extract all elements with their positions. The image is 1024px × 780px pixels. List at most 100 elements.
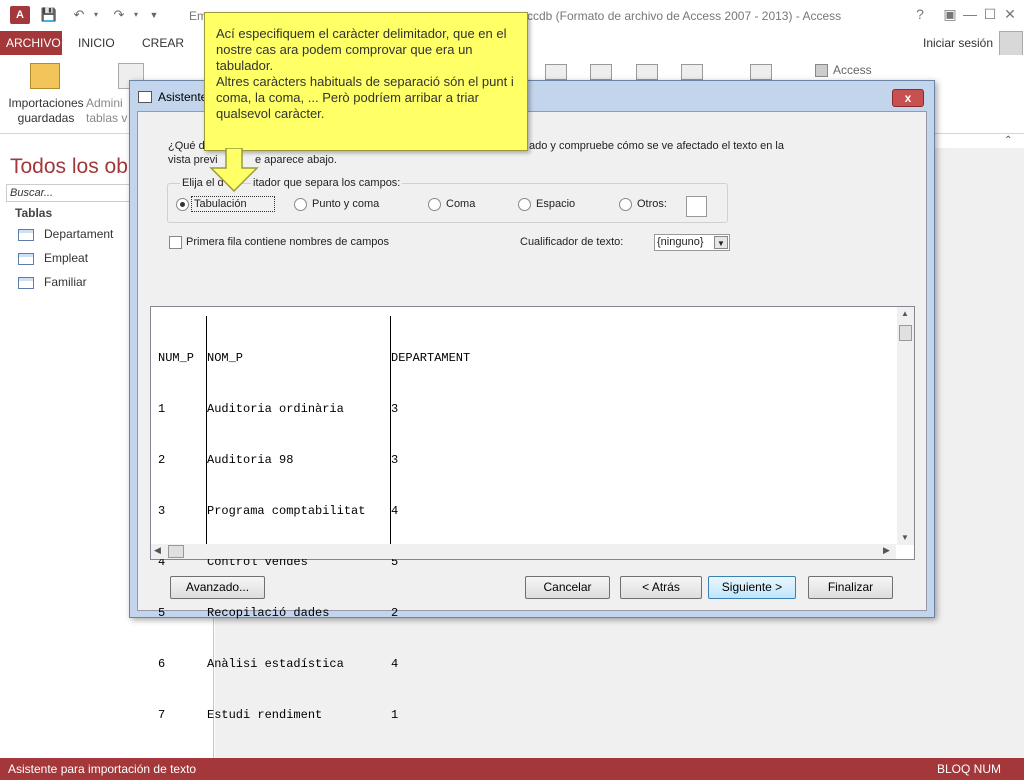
radio-comma[interactable] <box>428 198 441 211</box>
cell: Auditoria 98 <box>207 453 294 467</box>
radio-space[interactable] <box>518 198 531 211</box>
cell: Recopilació dades <box>207 606 330 620</box>
callout-text-2: Altres caràcters habituals de separació … <box>216 74 514 121</box>
radio-other-label[interactable]: Otros: <box>637 198 667 210</box>
column-header: NOM_P <box>207 351 244 365</box>
nav-item-departament[interactable]: Departament <box>18 225 113 243</box>
ribbon-options-icon[interactable]: ▣ <box>940 6 960 23</box>
scroll-left-icon[interactable]: ◀ <box>154 545 161 556</box>
radio-comma-label[interactable]: Coma <box>446 198 475 210</box>
cell: Auditoria ordinària <box>207 402 344 416</box>
tab-file[interactable]: ARCHIVO <box>0 31 62 55</box>
cell: 3 <box>391 402 399 416</box>
nav-item-label: Empleat <box>44 251 89 265</box>
export-xml-icon[interactable] <box>636 64 658 80</box>
redo-dropdown-icon[interactable]: ▾ <box>127 6 145 24</box>
avatar[interactable] <box>999 31 1023 57</box>
first-row-headers-checkbox[interactable] <box>169 236 182 249</box>
back-button[interactable]: < Atrás <box>620 576 702 599</box>
other-delimiter-input[interactable] <box>686 196 707 217</box>
linked-table-label-1: Admini <box>86 96 123 110</box>
close-icon: x <box>904 91 912 105</box>
scroll-down-icon[interactable]: ▼ <box>901 533 909 542</box>
minimize-icon[interactable]: — <box>960 6 980 22</box>
cell: Programa comptabilitat <box>207 504 366 518</box>
customize-quick-access-icon[interactable]: ▼ <box>145 6 163 24</box>
nav-item-label: Departament <box>44 227 114 241</box>
nav-item-familiar[interactable]: Familiar <box>18 273 87 291</box>
maximize-icon[interactable]: ☐ <box>980 6 1000 23</box>
tab-create[interactable]: CREAR <box>136 31 190 55</box>
radio-semicolon-label[interactable]: Punto y coma <box>312 198 379 210</box>
num-lock-indicator: BLOQ NUM <box>937 762 1002 776</box>
first-row-headers-label[interactable]: Primera fila contiene nombres de campos <box>186 236 389 248</box>
column-header: NUM_P <box>158 351 195 365</box>
undo-dropdown-icon[interactable]: ▾ <box>87 6 105 24</box>
cell: 4 <box>391 657 399 671</box>
data-preview[interactable]: NUM_P 1 2 3 4 5 6 7 NOM_P Auditoria ordi… <box>150 306 915 722</box>
cell: 4 <box>391 504 399 518</box>
scroll-up-icon[interactable]: ▲ <box>901 309 909 318</box>
horizontal-scrollbar[interactable]: ◀ ▶ <box>151 544 896 559</box>
cell: 5 <box>158 606 166 620</box>
linked-table-label-2: tablas v <box>86 111 128 125</box>
radio-tab[interactable] <box>176 198 189 211</box>
saved-imports-icon <box>30 63 60 89</box>
chevron-down-icon[interactable]: ▼ <box>714 236 728 249</box>
attach-email-icon[interactable] <box>750 64 772 80</box>
scroll-right-icon[interactable]: ▶ <box>883 545 890 556</box>
signin-link[interactable]: Iniciar sesión <box>923 36 993 50</box>
export-excel-icon[interactable] <box>545 64 567 80</box>
cell: 2 <box>391 606 399 620</box>
tab-home[interactable]: INICIO <box>72 31 121 55</box>
saved-imports-button[interactable]: Importaciones guardadas <box>4 96 88 126</box>
export-access-label[interactable]: Access <box>833 63 872 77</box>
saved-imports-label-1: Importaciones <box>8 96 84 110</box>
collapse-ribbon-icon[interactable]: ⌃ <box>1004 135 1012 146</box>
delimiter-group-label-b: itador que separa los campos: <box>251 177 403 189</box>
tutorial-callout: Ací especifiquem el caràcter delimitador… <box>204 12 528 151</box>
radio-space-label[interactable]: Espacio <box>536 198 575 210</box>
export-access-icon[interactable] <box>815 64 828 77</box>
text-qualifier-label: Cualificador de texto: <box>520 236 624 248</box>
callout-text-1: Ací especifiquem el caràcter delimitador… <box>216 26 507 73</box>
export-pdf-icon[interactable] <box>681 64 703 80</box>
export-text-icon[interactable] <box>590 64 612 80</box>
close-window-icon[interactable]: ✕ <box>1000 6 1020 23</box>
cell: 6 <box>158 657 166 671</box>
horizontal-scroll-thumb[interactable] <box>168 545 184 558</box>
preview-column-2: NOM_P Auditoria ordinària Auditoria 98 P… <box>206 316 390 722</box>
cell: 3 <box>391 453 399 467</box>
status-bar: Asistente para importación de texto BLOQ… <box>0 758 1024 780</box>
dialog-title: Asistente <box>158 90 208 104</box>
callout-arrow-icon <box>209 148 259 193</box>
help-button[interactable]: ? <box>910 6 930 22</box>
radio-semicolon[interactable] <box>294 198 307 211</box>
dialog-close-button[interactable]: x <box>892 89 924 107</box>
save-icon[interactable]: 💾 <box>40 6 58 24</box>
redo-icon[interactable]: ↷ <box>110 6 128 24</box>
cell: Anàlisi estadística <box>207 657 344 671</box>
radio-other[interactable] <box>619 198 632 211</box>
undo-icon[interactable]: ↶ <box>70 6 88 24</box>
nav-group-tables[interactable]: Tablas <box>15 206 52 220</box>
nav-header[interactable]: Todos los ob <box>10 155 128 179</box>
table-icon <box>18 252 34 265</box>
nav-item-empleat[interactable]: Empleat <box>18 249 88 267</box>
preview-column-1: NUM_P 1 2 3 4 5 6 7 <box>158 316 206 722</box>
access-logo-icon[interactable]: A <box>10 6 30 24</box>
radio-tab-label[interactable]: Tabulación <box>191 196 275 212</box>
instruction-text-1b: ado y compruebe cómo se ve afectado el t… <box>529 140 784 152</box>
table-icon <box>18 228 34 241</box>
vertical-scrollbar[interactable]: ▲ ▼ <box>897 307 914 545</box>
next-button[interactable]: Siguiente > <box>708 576 796 599</box>
advanced-button[interactable]: Avanzado... <box>170 576 265 599</box>
finish-button[interactable]: Finalizar <box>808 576 893 599</box>
window-title: ccdb (Formato de archivo de Access 2007 … <box>527 9 842 23</box>
text-qualifier-select[interactable]: {ninguno} ▼ <box>654 234 730 251</box>
linked-table-manager-button[interactable]: Admini tablas v <box>86 96 130 126</box>
preview-grid: NUM_P 1 2 3 4 5 6 7 NOM_P Auditoria ordi… <box>158 316 896 722</box>
vertical-scroll-thumb[interactable] <box>899 325 912 341</box>
cancel-button[interactable]: Cancelar <box>525 576 610 599</box>
cell: 2 <box>158 453 166 467</box>
